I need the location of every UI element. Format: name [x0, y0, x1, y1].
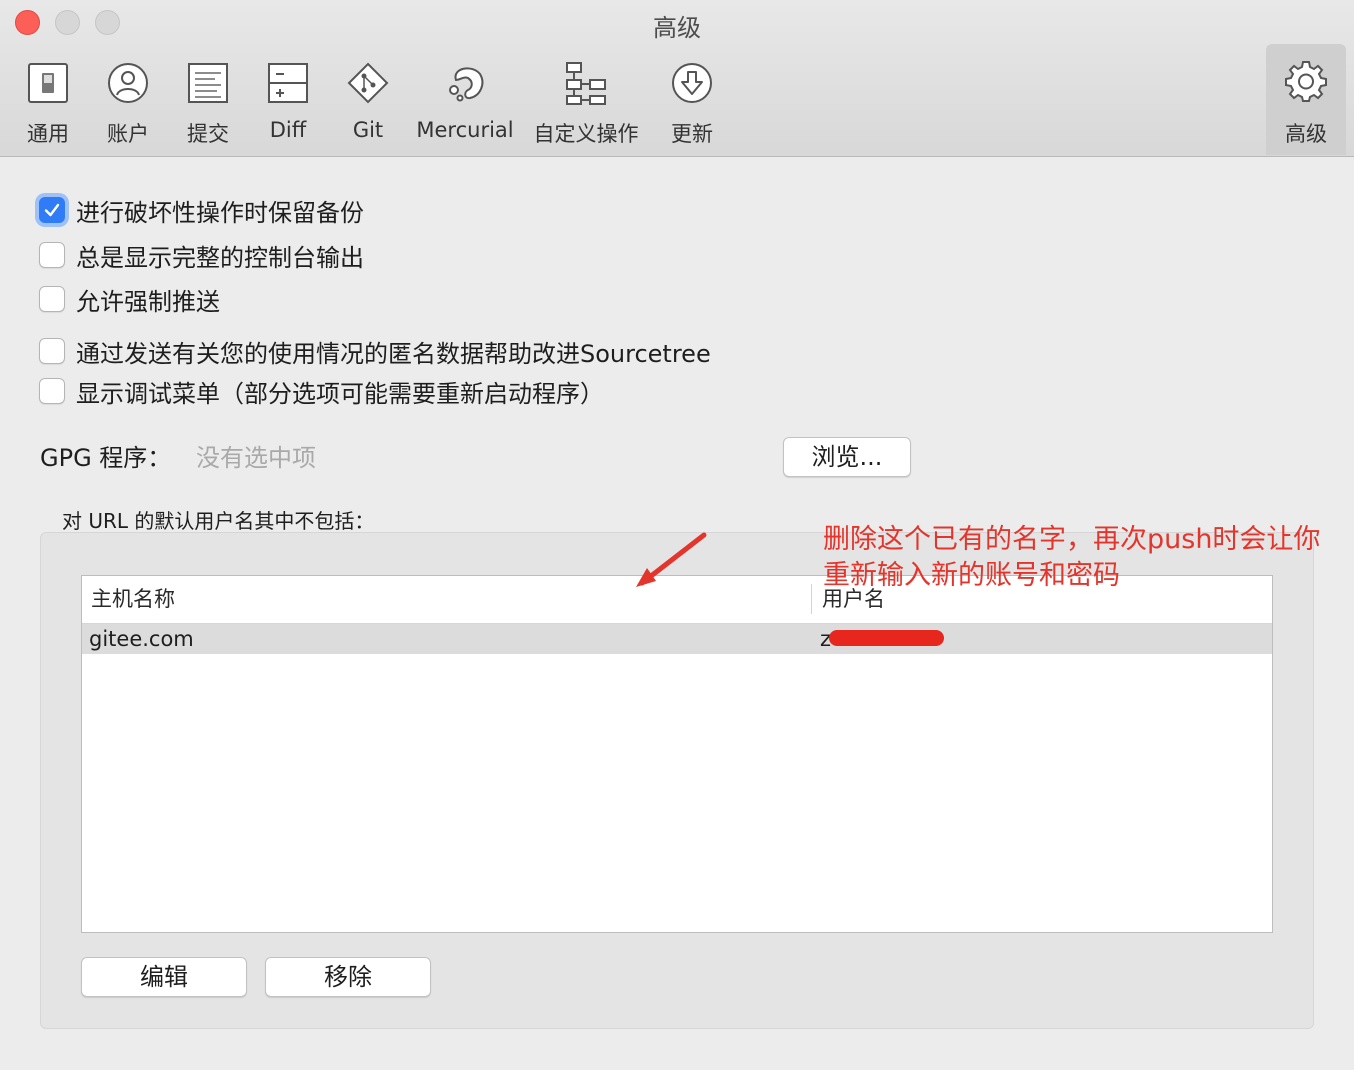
annotation-line: 重新输入新的账号和密码: [823, 560, 1120, 591]
custom-actions-icon: [566, 62, 606, 105]
toolbar-tab-git[interactable]: Git: [328, 56, 408, 154]
option-full-console-output[interactable]: 总是显示完整的控制台输出: [39, 238, 364, 272]
toolbar-tab-mercurial[interactable]: Mercurial: [412, 56, 518, 154]
toolbar-tab-custom-actions[interactable]: 自定义操作: [528, 56, 644, 154]
column-header-host[interactable]: 主机名称: [91, 576, 175, 622]
toolbar-label: Git: [352, 118, 384, 142]
browse-button[interactable]: 浏览...: [783, 437, 911, 477]
option-allow-force-push[interactable]: 允许强制推送: [39, 282, 220, 316]
default-users-table[interactable]: 主机名称 用户名 gitee.com z: [81, 575, 1273, 933]
option-send-usage-data[interactable]: 通过发送有关您的使用情况的匿名数据帮助改进Sourcetree: [39, 334, 711, 368]
toolbar-label: 更新: [671, 122, 713, 146]
checkmark-icon: [44, 203, 60, 217]
option-label: 显示调试菜单（部分选项可能需要重新启动程序）: [76, 379, 604, 408]
checkbox[interactable]: [39, 338, 65, 364]
option-debug-menu[interactable]: 显示调试菜单（部分选项可能需要重新启动程序）: [39, 374, 604, 408]
checkbox[interactable]: [39, 242, 65, 268]
toolbar-label: Mercurial: [416, 118, 514, 142]
toolbar-tab-diff[interactable]: Diff: [248, 56, 328, 154]
window-title: 高级: [653, 14, 701, 42]
remove-button[interactable]: 移除: [265, 957, 431, 997]
annotation-arrow-icon: [636, 532, 707, 587]
option-keep-backups[interactable]: 进行破坏性操作时保留备份: [39, 193, 364, 227]
toolbar-label: Diff: [269, 118, 307, 142]
update-icon: [672, 63, 712, 103]
git-icon: [347, 62, 389, 104]
group-label: 对 URL 的默认用户名其中不包括：: [62, 509, 375, 533]
gpg-label: GPG 程序：: [40, 444, 172, 472]
document-icon: [188, 63, 228, 103]
checkbox[interactable]: [39, 197, 65, 223]
title-bar: 高级 通用 账户 提交 Diff Git Mercurial 自定义操作 更新 …: [0, 0, 1354, 157]
toolbar-tab-general[interactable]: 通用: [8, 56, 88, 154]
toolbar-label: 通用: [27, 122, 69, 146]
toolbar-label: 自定义操作: [533, 122, 639, 146]
toolbar-tab-accounts[interactable]: 账户: [88, 56, 168, 154]
annotation-note: 删除这个已有的名字，再次push时会让你 重新输入新的账号和密码: [823, 522, 1320, 594]
option-label: 进行破坏性操作时保留备份: [76, 198, 364, 227]
toolbar-label: 高级: [1285, 122, 1327, 146]
gear-icon: [1285, 61, 1327, 102]
redaction-mark: [829, 630, 944, 646]
gpg-value: 没有选中项: [196, 444, 316, 472]
checkbox[interactable]: [39, 286, 65, 312]
option-label: 允许强制推送: [76, 287, 220, 316]
option-label: 通过发送有关您的使用情况的匿名数据帮助改进Sourcetree: [76, 339, 711, 368]
toolbar-label: 提交: [187, 122, 229, 146]
host-cell: gitee.com: [89, 627, 194, 651]
toolbar-label: 账户: [107, 122, 149, 146]
annotation-line: 删除这个已有的名字，再次push时会让你: [823, 524, 1321, 555]
table-row[interactable]: gitee.com z: [82, 624, 1272, 654]
user-icon: [108, 63, 148, 103]
edit-button[interactable]: 编辑: [81, 957, 247, 997]
option-label: 总是显示完整的控制台输出: [76, 243, 364, 272]
checkbox[interactable]: [39, 378, 65, 404]
toolbar-tab-update[interactable]: 更新: [652, 56, 732, 154]
toolbar-tab-advanced[interactable]: 高级: [1266, 44, 1346, 155]
diff-icon: [268, 63, 308, 103]
column-separator: [811, 584, 812, 614]
toolbar-tab-commit[interactable]: 提交: [168, 56, 248, 154]
mercurial-icon: [449, 67, 484, 102]
switch-icon: [28, 63, 68, 103]
